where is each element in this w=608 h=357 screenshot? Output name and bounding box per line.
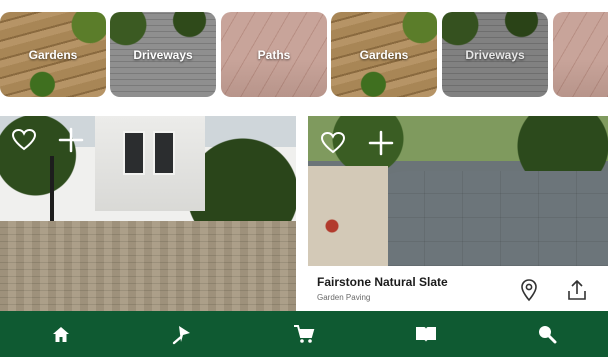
block-paving-shape: [0, 221, 296, 311]
favorite-button[interactable]: [9, 125, 39, 155]
category-tile-gardens[interactable]: Gardens: [331, 12, 437, 97]
category-tile-paths[interactable]: Paths: [221, 12, 327, 97]
search-icon: [539, 326, 557, 344]
category-label: Paths: [257, 47, 291, 62]
home-icon: [52, 327, 69, 342]
nav-home[interactable]: [31, 311, 91, 357]
category-label: Gardens: [28, 47, 78, 62]
stockist-location-button[interactable]: [516, 277, 542, 303]
share-button[interactable]: [564, 277, 590, 303]
heart-outline-icon: [320, 131, 346, 154]
add-to-project-button[interactable]: [366, 128, 396, 158]
bottom-nav: [0, 311, 608, 357]
category-tile-gardens[interactable]: Gardens: [0, 12, 106, 97]
nav-tools[interactable]: [152, 311, 212, 357]
add-to-project-button[interactable]: [56, 125, 86, 155]
product-card-driveway[interactable]: [0, 116, 296, 311]
nav-brochures[interactable]: [396, 311, 456, 357]
category-label: Gardens: [359, 47, 409, 62]
cart-icon: [293, 325, 315, 343]
category-tile-driveways[interactable]: Driveways: [110, 12, 216, 97]
product-card-slate[interactable]: [308, 116, 608, 266]
plus-icon: [58, 127, 84, 153]
plus-icon: [368, 130, 394, 156]
nav-cart[interactable]: [274, 311, 334, 357]
share-icon: [568, 280, 586, 300]
product-subtitle: Garden Paving: [317, 293, 371, 302]
product-info-panel: Fairstone Natural Slate Garden Paving: [308, 266, 608, 311]
nav-search[interactable]: [517, 311, 577, 357]
category-carousel[interactable]: Gardens Driveways Paths Gardens Driveway…: [0, 0, 608, 102]
heart-outline-icon: [11, 128, 37, 151]
favorite-button[interactable]: [318, 128, 348, 158]
map-pin-icon: [521, 279, 537, 302]
category-label: Driveways: [465, 47, 525, 62]
category-tile-driveways[interactable]: Driveways: [442, 12, 548, 97]
category-label: Driveways: [133, 47, 193, 62]
house-illustration: [95, 116, 205, 211]
product-title: Fairstone Natural Slate: [317, 275, 448, 289]
category-tile-paths-partial[interactable]: [553, 12, 608, 97]
book-icon: [415, 327, 436, 342]
window-shape: [153, 131, 175, 175]
window-shape: [123, 131, 145, 175]
trowel-icon: [173, 326, 191, 345]
gravel-bed-shape: [308, 166, 388, 266]
